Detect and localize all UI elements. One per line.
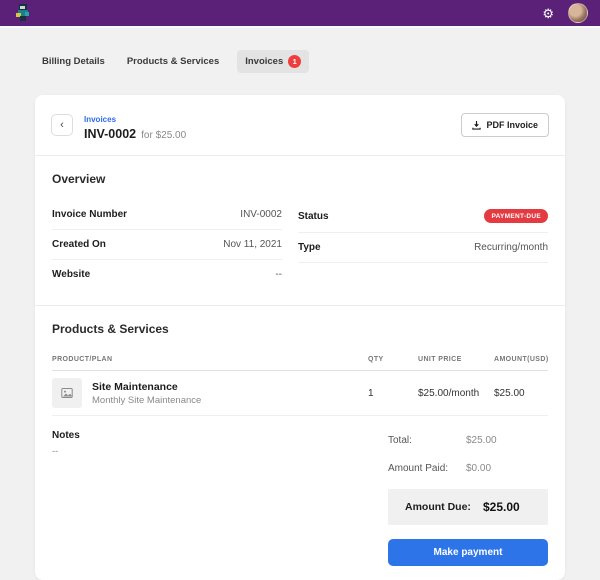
overview-title: Overview — [52, 172, 548, 186]
product-qty: 1 — [368, 388, 418, 399]
products-title: Products & Services — [52, 322, 548, 336]
field-label: Type — [298, 242, 321, 253]
amount-paid-value: $0.00 — [466, 463, 491, 474]
field-status: Status PAYMENT-DUE — [298, 200, 548, 233]
total-value: $25.00 — [466, 435, 497, 446]
overview-grid: Invoice Number INV-0002 Created On Nov 1… — [52, 200, 548, 289]
status-badge: PAYMENT-DUE — [484, 209, 548, 223]
product-thumbnail — [52, 378, 82, 408]
product-amount: $25.00 — [494, 388, 548, 399]
amount-due-value: $25.00 — [483, 500, 520, 514]
field-label: Created On — [52, 239, 106, 250]
product-description: Monthly Site Maintenance — [92, 395, 201, 406]
invoices-count-badge: 1 — [288, 55, 301, 68]
make-payment-button[interactable]: Make payment — [388, 539, 548, 566]
field-value: INV-0002 — [240, 209, 282, 220]
app-logo[interactable] — [14, 3, 32, 23]
tab-products-services[interactable]: Products & Services — [123, 51, 223, 72]
tab-bar: Billing Details Products & Services Invo… — [0, 28, 600, 73]
overview-left-column: Invoice Number INV-0002 Created On Nov 1… — [52, 200, 282, 289]
amount-paid-row: Amount Paid: $0.00 — [388, 458, 548, 486]
tab-billing-details[interactable]: Billing Details — [38, 51, 109, 72]
pdf-invoice-button[interactable]: PDF Invoice — [461, 113, 549, 137]
product-name: Site Maintenance — [92, 381, 201, 393]
tab-invoices[interactable]: Invoices 1 — [237, 50, 309, 73]
amount-due-label: Amount Due: — [405, 501, 483, 513]
column-qty: QTY — [368, 356, 418, 363]
topbar: ⚙ — [0, 0, 600, 28]
field-value: Recurring/month — [474, 242, 548, 253]
notes-section: Notes -- — [52, 430, 388, 525]
back-button[interactable]: ‹ — [51, 114, 73, 136]
total-label: Total: — [388, 435, 466, 446]
product-unit-price: $25.00/month — [418, 388, 494, 399]
field-type: Type Recurring/month — [298, 233, 548, 263]
overview-right-column: Status PAYMENT-DUE Type Recurring/month — [298, 200, 548, 289]
product-texts: Site Maintenance Monthly Site Maintenanc… — [92, 381, 201, 406]
invoice-card-header: ‹ Invoices INV-0002 for $25.00 PDF Invoi… — [35, 95, 565, 156]
pdf-invoice-button-label: PDF Invoice — [486, 120, 538, 130]
amount-due-box: Amount Due: $25.00 — [388, 489, 548, 525]
field-label: Invoice Number — [52, 209, 127, 220]
field-created-on: Created On Nov 11, 2021 — [52, 230, 282, 260]
chevron-left-icon: ‹ — [60, 120, 64, 131]
totals-section: Total: $25.00 Amount Paid: $0.00 Amount … — [388, 430, 548, 525]
notes-value: -- — [52, 446, 388, 457]
field-invoice-number: Invoice Number INV-0002 — [52, 200, 282, 230]
payment-button-row: Make payment — [52, 539, 548, 566]
total-row: Total: $25.00 — [388, 430, 548, 458]
products-section: Products & Services PRODUCT/PLAN QTY UNI… — [35, 305, 565, 580]
field-label: Website — [52, 269, 90, 280]
field-value: -- — [275, 269, 282, 280]
column-amount: AMOUNT(USD) — [494, 356, 548, 363]
overview-section: Overview Invoice Number INV-0002 Created… — [35, 156, 565, 305]
user-avatar[interactable] — [568, 3, 588, 23]
breadcrumb-invoices-link[interactable]: Invoices — [84, 115, 116, 124]
notes-title: Notes — [52, 430, 388, 441]
amount-paid-label: Amount Paid: — [388, 463, 466, 474]
invoice-id: INV-0002 — [84, 127, 136, 141]
products-table-header: PRODUCT/PLAN QTY UNIT PRICE AMOUNT(USD) — [52, 350, 548, 371]
tab-invoices-label: Invoices — [245, 56, 283, 67]
notes-and-totals: Notes -- Total: $25.00 Amount Paid: $0.0… — [52, 430, 548, 525]
product-row: Site Maintenance Monthly Site Maintenanc… — [52, 371, 548, 416]
settings-gear-icon[interactable]: ⚙ — [542, 7, 554, 20]
invoice-card: ‹ Invoices INV-0002 for $25.00 PDF Invoi… — [35, 95, 565, 580]
download-icon — [472, 121, 481, 130]
invoice-header-texts: Invoices INV-0002 for $25.00 — [84, 109, 461, 141]
product-cell: Site Maintenance Monthly Site Maintenanc… — [52, 378, 368, 408]
column-unit-price: UNIT PRICE — [418, 356, 494, 363]
invoice-amount-subtitle: for $25.00 — [141, 130, 186, 141]
field-label: Status — [298, 211, 329, 222]
column-product-plan: PRODUCT/PLAN — [52, 356, 368, 363]
field-website: Website -- — [52, 260, 282, 289]
image-placeholder-icon — [61, 387, 73, 399]
field-value: Nov 11, 2021 — [223, 239, 282, 250]
invoice-title-line: INV-0002 for $25.00 — [84, 127, 461, 141]
